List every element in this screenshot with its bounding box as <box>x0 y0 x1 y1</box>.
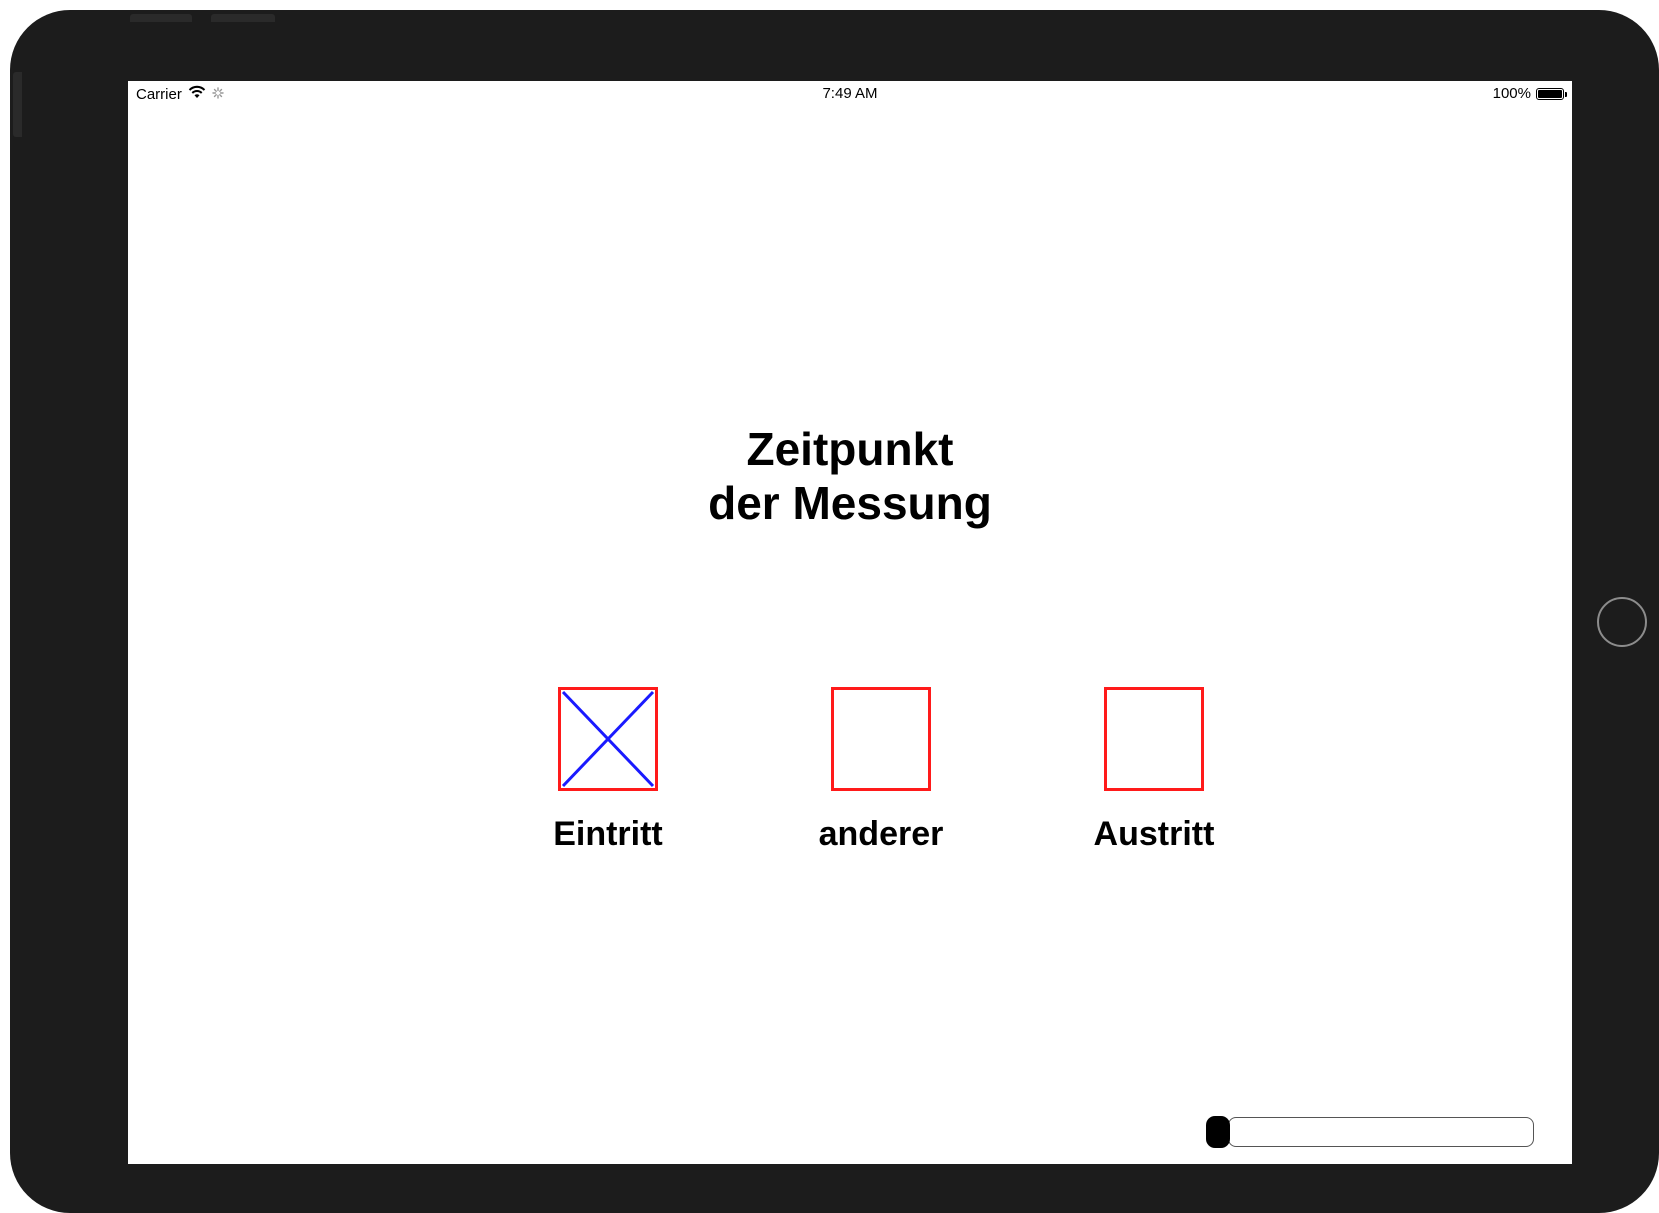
progress-slider[interactable] <box>1206 1116 1534 1148</box>
status-bar: Carrier 7:49 AM 100% <box>128 81 1572 105</box>
progress-track[interactable] <box>1228 1117 1534 1147</box>
checkbox-anderer[interactable] <box>831 687 931 791</box>
progress-knob[interactable] <box>1206 1116 1230 1148</box>
battery-tip <box>1565 91 1567 97</box>
top-hardware-button-right <box>211 14 275 22</box>
option-label-eintritt: Eintritt <box>553 815 663 853</box>
option-eintritt[interactable]: Eintritt <box>518 687 698 854</box>
status-time: 7:49 AM <box>822 85 878 102</box>
title-line-2: der Messung <box>708 477 992 529</box>
option-austritt[interactable]: Austritt <box>1064 687 1244 854</box>
page-title: Zeitpunkt der Messung <box>128 422 1572 530</box>
checkbox-austritt[interactable] <box>1104 687 1204 791</box>
home-button[interactable] <box>1597 597 1647 647</box>
screen: Carrier 7:49 AM 100% Zeitpunkt der Messu… <box>128 81 1572 1164</box>
option-label-anderer: anderer <box>818 815 944 853</box>
battery-fill <box>1538 89 1562 98</box>
battery-percent: 100% <box>1492 85 1531 102</box>
title-line-1: Zeitpunkt <box>746 423 954 475</box>
side-hardware-button <box>13 72 22 137</box>
option-anderer[interactable]: anderer <box>791 687 971 854</box>
battery-icon <box>1536 87 1567 100</box>
top-hardware-button-left <box>130 14 192 22</box>
ipad-frame: Carrier 7:49 AM 100% Zeitpunkt der Messu… <box>10 10 1659 1213</box>
x-check-icon <box>561 690 655 788</box>
option-label-austritt: Austritt <box>1093 815 1215 853</box>
checkbox-eintritt[interactable] <box>558 687 658 791</box>
status-right: 100% <box>1492 85 1567 102</box>
